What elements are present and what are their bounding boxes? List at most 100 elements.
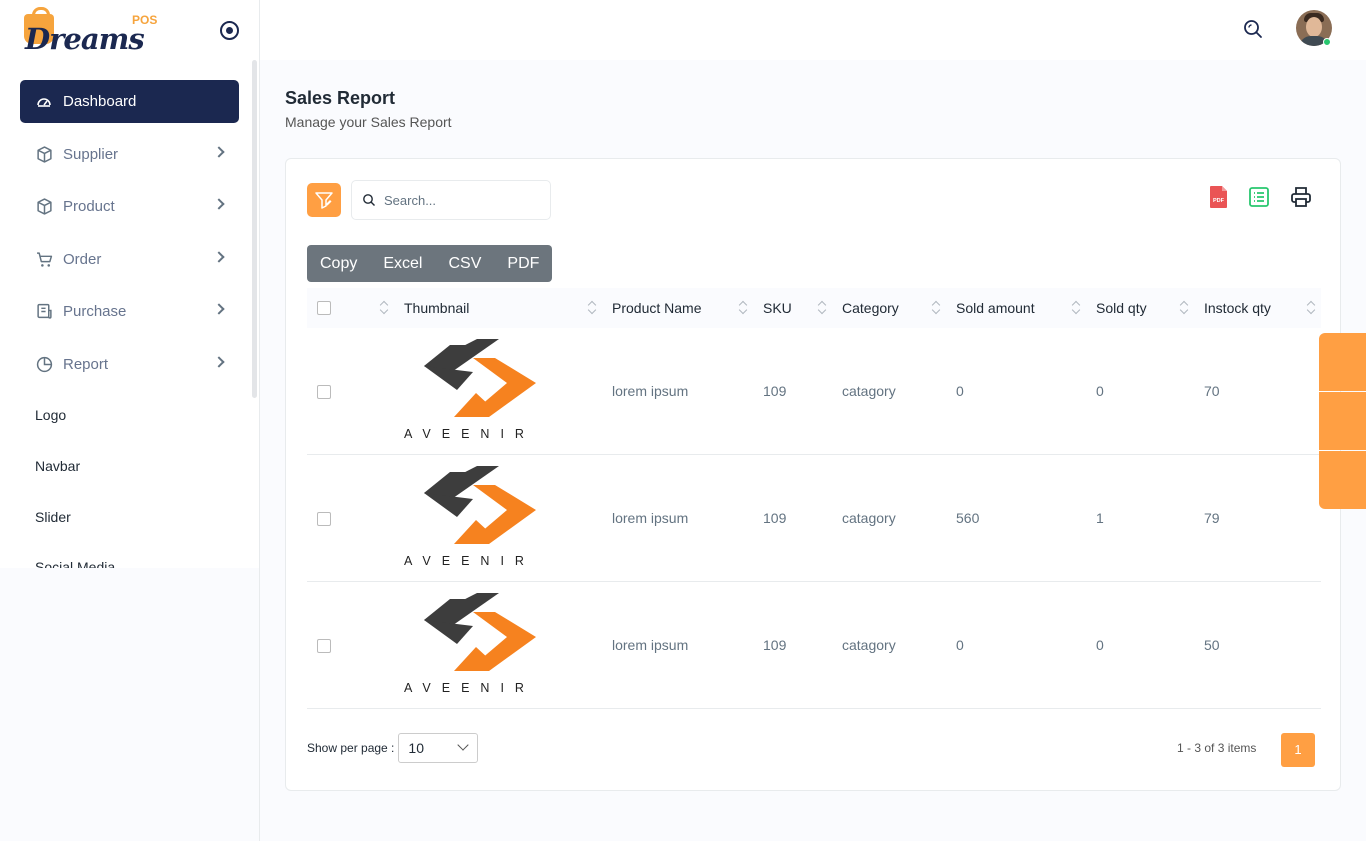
search-icon (363, 194, 375, 206)
row-checkbox[interactable] (317, 639, 331, 653)
sold-qty-cell: 1 (1096, 510, 1104, 526)
sidebar-panel: Dreams POS Dashboard Supplier Product Or… (0, 0, 259, 568)
search-icon[interactable] (1243, 19, 1263, 39)
avatar-face (1306, 17, 1322, 37)
sidebar-item-supplier[interactable]: Supplier (20, 133, 239, 176)
page-title: Sales Report (285, 88, 396, 108)
instock-qty-cell: 50 (1204, 637, 1220, 653)
product-thumbnail: AVEENIR (404, 592, 556, 698)
chevron-down-icon (457, 739, 470, 751)
brand-logo[interactable]: Dreams POS (22, 7, 162, 56)
chevron-right-icon (213, 250, 225, 263)
export-button-group: Copy Excel CSV PDF (307, 245, 553, 282)
sidebar-menu: Dashboard Supplier Product Order Purchas… (20, 80, 239, 395)
spreadsheet-icon[interactable] (1248, 185, 1270, 209)
row-checkbox[interactable] (317, 385, 331, 399)
sort-icon[interactable] (739, 300, 747, 316)
side-panel-tab[interactable] (1319, 333, 1366, 391)
sidebar-item-report[interactable]: Report (20, 343, 239, 386)
cart-icon (35, 250, 53, 268)
table-row[interactable]: AVEENIR lorem ipsum 109 catagory 560 1 7… (307, 455, 1321, 582)
per-page-value: 10 (408, 740, 424, 756)
sold-qty-cell: 0 (1096, 637, 1104, 653)
sidebar-item-slider[interactable]: Slider (35, 509, 71, 525)
brand-word: Dreams (25, 22, 145, 56)
aveenir-logo-image (424, 593, 536, 671)
sidebar-item-social-media[interactable]: Social Media (35, 559, 115, 568)
printer-icon[interactable] (1290, 185, 1312, 209)
column-header-sold-amount: Sold amount (956, 300, 1035, 316)
product-name-cell: lorem ipsum (612, 510, 689, 526)
svg-text:PDF: PDF (1213, 198, 1225, 204)
sku-cell: 109 (763, 637, 787, 653)
chevron-right-icon (213, 355, 225, 368)
copy-button[interactable]: Copy (307, 245, 370, 282)
excel-button[interactable]: Excel (370, 245, 435, 282)
column-header-sku: SKU (763, 300, 792, 316)
sold-amount-cell: 0 (956, 637, 964, 653)
thumbnail-caption: AVEENIR (404, 554, 535, 568)
sort-icon[interactable] (588, 300, 596, 316)
sidebar-item-label: Purchase (63, 303, 127, 320)
per-page-select[interactable]: 10 (398, 733, 479, 763)
sku-cell: 109 (763, 510, 787, 526)
sidebar-scrollbar[interactable] (252, 60, 257, 398)
csv-button[interactable]: CSV (435, 245, 494, 282)
product-thumbnail: AVEENIR (404, 465, 556, 571)
receipt-icon (35, 303, 53, 321)
page-button-1[interactable]: 1 (1281, 733, 1315, 767)
product-name-cell: lorem ipsum (612, 383, 689, 399)
brand-suffix: POS (132, 13, 158, 27)
instock-qty-cell: 70 (1204, 383, 1220, 399)
sidebar-item-label: Order (63, 250, 102, 268)
thumbnail-caption: AVEENIR (404, 681, 535, 695)
category-cell: catagory (842, 510, 896, 526)
column-header-sold-qty: Sold qty (1096, 300, 1147, 316)
sidebar-item-logo[interactable]: Logo (35, 407, 66, 423)
sort-icon[interactable] (818, 300, 826, 316)
sold-amount-cell: 0 (956, 383, 964, 399)
search-field[interactable] (351, 180, 551, 220)
table-row[interactable]: AVEENIR lorem ipsum 109 catagory 0 0 70 (307, 328, 1321, 455)
product-thumbnail: AVEENIR (404, 338, 556, 444)
sidebar: Dreams POS Dashboard Supplier Product Or… (0, 0, 260, 841)
filter-button[interactable] (307, 183, 341, 217)
table-row[interactable]: AVEENIR lorem ipsum 109 catagory 0 0 50 (307, 582, 1321, 709)
top-header (260, 0, 1366, 60)
sort-icon[interactable] (1180, 300, 1188, 316)
instock-qty-cell: 79 (1204, 510, 1220, 526)
sku-cell: 109 (763, 383, 787, 399)
row-checkbox[interactable] (317, 512, 331, 526)
sidebar-item-label: Supplier (63, 145, 119, 163)
sidebar-item-label: Report (63, 355, 109, 373)
box-icon (35, 198, 53, 216)
thumbnail-caption: AVEENIR (404, 427, 535, 441)
sidebar-toggle-icon[interactable] (220, 21, 239, 40)
side-panel-tab[interactable] (1319, 392, 1366, 450)
select-all-checkbox[interactable] (317, 301, 331, 315)
column-header-category: Category (842, 300, 899, 316)
sort-icon[interactable] (932, 300, 940, 316)
sort-icon[interactable] (1072, 300, 1080, 316)
category-cell: catagory (842, 383, 896, 399)
report-card: PDF Copy Excel CSV PDF Thumbnail Product… (285, 158, 1341, 791)
sidebar-item-purchase[interactable]: Purchase (20, 290, 239, 333)
pdf-icon[interactable]: PDF (1208, 185, 1230, 209)
per-page-label: Show per page : (307, 741, 395, 755)
chevron-right-icon (213, 145, 225, 158)
sidebar-item-product[interactable]: Product (20, 185, 239, 228)
sidebar-item-navbar[interactable]: Navbar (35, 458, 80, 474)
sort-icon[interactable] (380, 300, 388, 316)
box-icon (35, 145, 53, 163)
sidebar-item-label: Product (63, 198, 115, 215)
sidebar-item-dashboard[interactable]: Dashboard (20, 80, 239, 123)
pdf-button[interactable]: PDF (494, 245, 552, 282)
search-input[interactable] (384, 192, 534, 208)
sidebar-item-order[interactable]: Order (20, 238, 239, 281)
sidebar-item-label: Dashboard (63, 93, 137, 110)
sort-icon[interactable] (1307, 300, 1315, 316)
chevron-right-icon (213, 303, 225, 315)
side-panel-tab[interactable] (1319, 451, 1366, 509)
aveenir-logo-image (424, 466, 536, 544)
pagination-range: 1 - 3 of 3 items (1177, 741, 1257, 755)
